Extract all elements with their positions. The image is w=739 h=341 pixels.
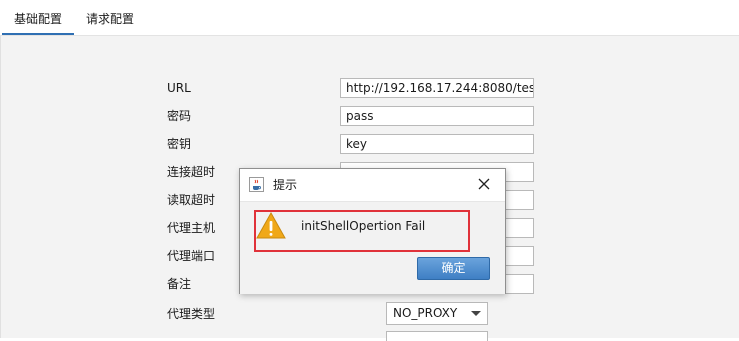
next-select-partial[interactable] — [386, 331, 488, 341]
close-icon[interactable] — [477, 177, 491, 191]
read-timeout-label: 读取超时 — [167, 193, 216, 207]
alert-dialog: 提示 initShellOpertion Fail 确定 — [239, 168, 506, 294]
key-field[interactable]: key — [340, 134, 534, 154]
password-label: 密码 — [167, 109, 192, 123]
chevron-down-icon — [471, 311, 481, 316]
proxy-host-label: 代理主机 — [167, 221, 216, 235]
tab-request-config[interactable]: 请求配置 — [78, 0, 142, 35]
dialog-titlebar[interactable]: 提示 — [240, 169, 505, 201]
java-cup-icon — [249, 177, 264, 192]
dialog-message: initShellOpertion Fail — [301, 219, 426, 233]
ok-button[interactable]: 确定 — [417, 257, 490, 280]
remark-label: 备注 — [167, 277, 192, 291]
tab-basic-config[interactable]: 基础配置 — [2, 0, 74, 35]
tab-bar: 基础配置 请求配置 — [0, 0, 739, 36]
key-label: 密钥 — [167, 137, 192, 151]
proxy-port-label: 代理端口 — [167, 249, 216, 263]
dialog-title: 提示 — [273, 178, 298, 192]
warning-icon — [256, 212, 286, 239]
password-field[interactable]: pass — [340, 106, 534, 126]
connect-timeout-label: 连接超时 — [167, 165, 216, 179]
proxy-type-label: 代理类型 — [167, 307, 216, 321]
proxy-type-value: NO_PROXY — [393, 306, 458, 320]
proxy-type-select[interactable]: NO_PROXY — [386, 302, 488, 325]
url-label: URL — [167, 81, 191, 95]
url-field[interactable]: http://192.168.17.244:8080/test. — [340, 78, 534, 98]
